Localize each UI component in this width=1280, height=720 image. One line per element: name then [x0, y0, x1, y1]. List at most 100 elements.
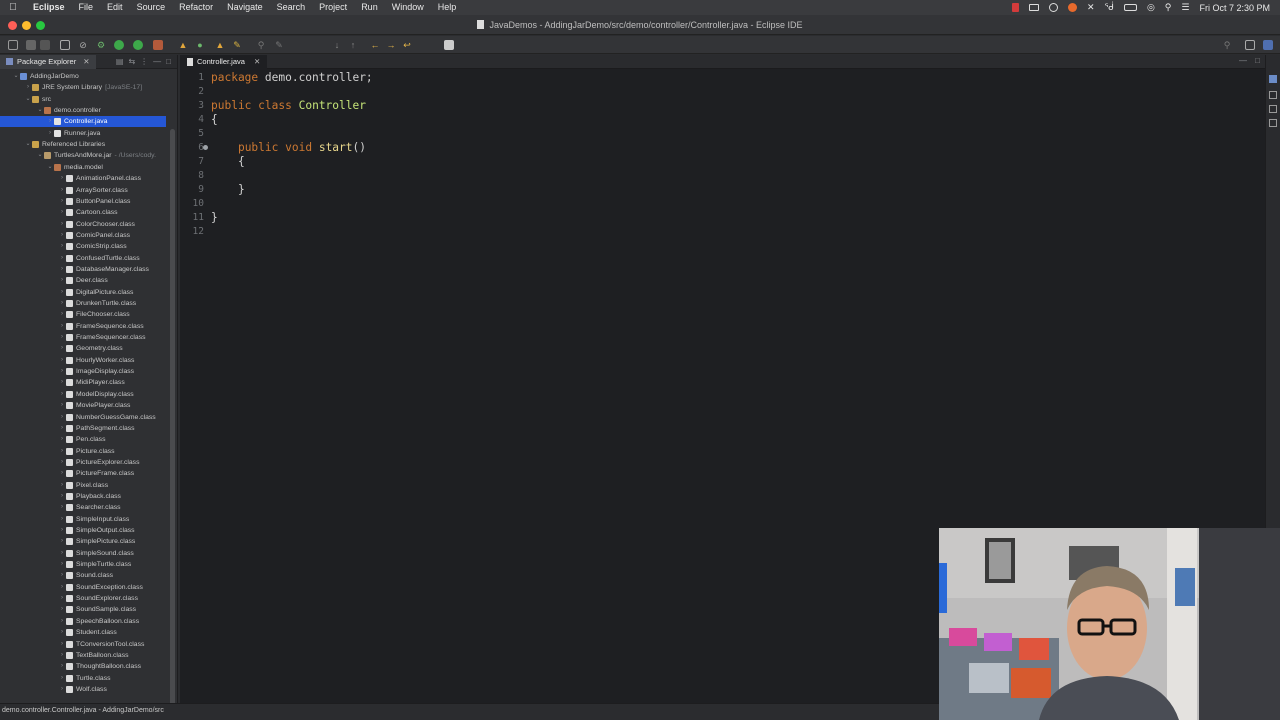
- chevron-right-icon[interactable]: ›: [46, 128, 54, 139]
- chevron-right-icon[interactable]: ›: [58, 616, 66, 627]
- mute-icon[interactable]: ✕: [1087, 2, 1095, 13]
- close-tab-icon[interactable]: ✕: [83, 55, 89, 69]
- tree-node[interactable]: › PictureFrame.class: [0, 468, 166, 479]
- tree-node[interactable]: › FrameSequencer.class: [0, 332, 166, 343]
- wifi-icon[interactable]: ◎: [1147, 2, 1155, 13]
- maximize-view-icon[interactable]: □: [166, 57, 171, 66]
- chevron-right-icon[interactable]: ›: [58, 650, 66, 661]
- chevron-right-icon[interactable]: ›: [24, 82, 32, 93]
- chevron-right-icon[interactable]: ›: [58, 264, 66, 275]
- link-editor-icon[interactable]: ⇆: [128, 57, 135, 66]
- search-toolbar-icon[interactable]: ⚲: [256, 40, 266, 50]
- chevron-right-icon[interactable]: ›: [58, 457, 66, 468]
- tree-node[interactable]: › Runner.java: [0, 128, 166, 139]
- tree-node[interactable]: › ModelDisplay.class: [0, 389, 166, 400]
- chevron-right-icon[interactable]: ›: [58, 287, 66, 298]
- chevron-right-icon[interactable]: ›: [58, 639, 66, 650]
- chevron-down-icon[interactable]: ⌄: [46, 162, 54, 173]
- tree-node[interactable]: › SoundSample.class: [0, 604, 166, 615]
- chevron-down-icon[interactable]: ⌄: [36, 150, 44, 161]
- tree-node[interactable]: › Geometry.class: [0, 343, 166, 354]
- tree-node[interactable]: › JRE System Library [JavaSE-17]: [0, 82, 166, 93]
- chevron-right-icon[interactable]: ›: [58, 173, 66, 184]
- outline-icon[interactable]: [1269, 75, 1277, 83]
- tree-node[interactable]: › TextBalloon.class: [0, 650, 166, 661]
- problems-icon[interactable]: [1269, 91, 1277, 99]
- code-line[interactable]: }: [211, 183, 245, 197]
- tree-node[interactable]: › Pen.class: [0, 434, 166, 445]
- chevron-right-icon[interactable]: ›: [58, 684, 66, 695]
- close-window-button[interactable]: [8, 21, 17, 30]
- chevron-right-icon[interactable]: ›: [58, 570, 66, 581]
- save-all-icon[interactable]: [40, 40, 50, 50]
- chevron-right-icon[interactable]: ›: [58, 423, 66, 434]
- tree-node[interactable]: › SimpleTurtle.class: [0, 559, 166, 570]
- tree-node[interactable]: › Picture.class: [0, 446, 166, 457]
- tree-node[interactable]: › ColorChooser.class: [0, 219, 166, 230]
- chevron-right-icon[interactable]: ›: [58, 196, 66, 207]
- chevron-right-icon[interactable]: ›: [58, 332, 66, 343]
- editor-tab-controller-java[interactable]: Controller.java ✕: [180, 55, 268, 69]
- tree-node[interactable]: › SpeechBalloon.class: [0, 616, 166, 627]
- chevron-right-icon[interactable]: ›: [58, 536, 66, 547]
- chevron-right-icon[interactable]: ›: [58, 491, 66, 502]
- chevron-right-icon[interactable]: ›: [58, 559, 66, 570]
- new-java-project-icon[interactable]: ▲: [178, 40, 188, 50]
- save-icon[interactable]: [26, 40, 36, 50]
- chevron-right-icon[interactable]: ›: [58, 275, 66, 286]
- menu-refactor[interactable]: Refactor: [172, 0, 220, 15]
- toggle-mark-icon[interactable]: ✎: [274, 40, 284, 50]
- tree-node[interactable]: › ComicPanel.class: [0, 230, 166, 241]
- back-icon[interactable]: ←: [370, 40, 380, 50]
- tree-node[interactable]: › SimpleSound.class: [0, 548, 166, 559]
- chevron-right-icon[interactable]: ›: [58, 468, 66, 479]
- tree-node[interactable]: › MidiPlayer.class: [0, 377, 166, 388]
- tree-node[interactable]: › ComicStrip.class: [0, 241, 166, 252]
- chevron-right-icon[interactable]: ›: [58, 241, 66, 252]
- maximize-editor-icon[interactable]: □: [1255, 56, 1260, 65]
- chevron-right-icon[interactable]: ›: [58, 185, 66, 196]
- chevron-right-icon[interactable]: ›: [58, 673, 66, 684]
- chevron-right-icon[interactable]: ›: [58, 343, 66, 354]
- menu-navigate[interactable]: Navigate: [220, 0, 270, 15]
- tree-node[interactable]: › PictureExplorer.class: [0, 457, 166, 468]
- chevron-right-icon[interactable]: ›: [58, 593, 66, 604]
- chevron-right-icon[interactable]: ›: [58, 502, 66, 513]
- chevron-right-icon[interactable]: ›: [58, 253, 66, 264]
- run-icon[interactable]: [114, 40, 124, 50]
- tree-node[interactable]: › ButtonPanel.class: [0, 196, 166, 207]
- tree-node[interactable]: › ImageDisplay.class: [0, 366, 166, 377]
- battery-icon[interactable]: [1123, 4, 1137, 11]
- chevron-right-icon[interactable]: ›: [58, 582, 66, 593]
- tree-node[interactable]: ⌄ demo.controller: [0, 105, 166, 116]
- code-line[interactable]: }: [211, 211, 218, 225]
- chevron-down-icon[interactable]: ⌄: [12, 71, 20, 82]
- tree-node[interactable]: ⌄ AddingJarDemo: [0, 71, 166, 82]
- last-edit-icon[interactable]: ↩: [402, 40, 412, 50]
- chevron-right-icon[interactable]: ›: [58, 627, 66, 638]
- chevron-right-icon[interactable]: ›: [58, 389, 66, 400]
- code-line[interactable]: package demo.controller;: [211, 71, 373, 85]
- menu-project[interactable]: Project: [312, 0, 354, 15]
- spotlight-search-icon[interactable]: ⚲: [1165, 2, 1172, 13]
- chevron-right-icon[interactable]: ›: [58, 321, 66, 332]
- new-icon[interactable]: [8, 40, 18, 50]
- tree-node[interactable]: › PathSegment.class: [0, 423, 166, 434]
- chevron-right-icon[interactable]: ›: [58, 309, 66, 320]
- minimize-window-button[interactable]: [22, 21, 31, 30]
- bluetooth-icon[interactable]: ᖂ: [1105, 2, 1114, 13]
- tree-node[interactable]: › HourlyWorker.class: [0, 355, 166, 366]
- tree-node[interactable]: › Searcher.class: [0, 502, 166, 513]
- tree-node[interactable]: › Pixel.class: [0, 480, 166, 491]
- tree-node[interactable]: ⌄ src: [0, 94, 166, 105]
- chevron-down-icon[interactable]: ⌄: [36, 105, 44, 116]
- tree-node[interactable]: › FrameSequence.class: [0, 321, 166, 332]
- chevron-right-icon[interactable]: ›: [58, 548, 66, 559]
- menu-app-name[interactable]: Eclipse: [26, 0, 72, 15]
- external-tools-icon[interactable]: [153, 40, 163, 50]
- explorer-vertical-scrollbar[interactable]: [170, 129, 175, 709]
- chevron-right-icon[interactable]: ›: [58, 366, 66, 377]
- minimize-editor-icon[interactable]: —: [1239, 56, 1247, 65]
- tree-node[interactable]: ⌄ Referenced Libraries: [0, 139, 166, 150]
- menu-edit[interactable]: Edit: [100, 0, 130, 15]
